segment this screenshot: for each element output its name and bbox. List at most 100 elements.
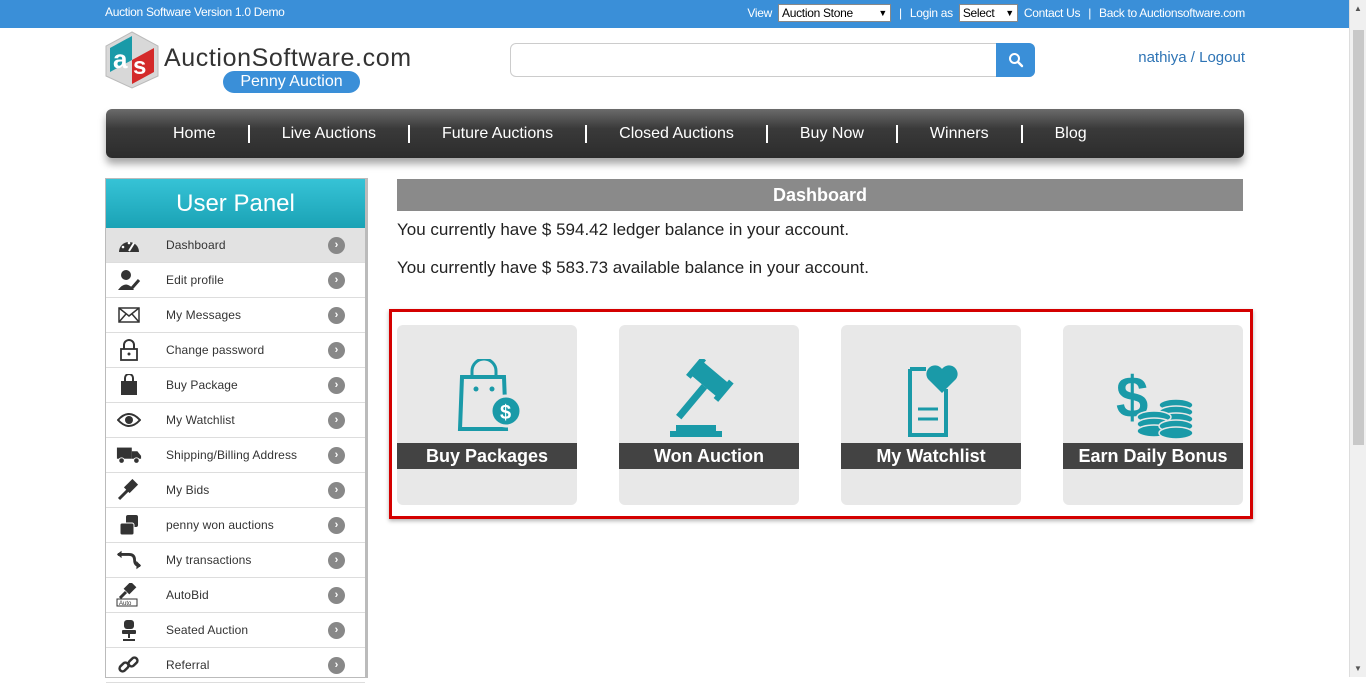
- eye-icon: [116, 409, 142, 431]
- panel-item-penny-won-auctions[interactable]: penny won auctions ›: [106, 508, 365, 543]
- chevron-down-icon: ▼: [1005, 8, 1014, 18]
- nav-item-buy-now[interactable]: Buy Now: [768, 124, 898, 143]
- envelope-icon: [116, 304, 142, 326]
- chevron-right-icon: ›: [328, 272, 345, 289]
- my-watchlist-card[interactable]: My Watchlist: [841, 325, 1021, 505]
- panel-item-referral[interactable]: Referral ›: [106, 648, 365, 683]
- chevron-right-icon: ›: [328, 587, 345, 604]
- panel-item-my-bids[interactable]: My Bids ›: [106, 473, 365, 508]
- svg-text:a: a: [113, 44, 128, 74]
- buy-packages-card[interactable]: $ Buy Packages: [397, 325, 577, 505]
- chevron-right-icon: ›: [328, 552, 345, 569]
- panel-item-buy-package[interactable]: Buy Package ›: [106, 368, 365, 403]
- logo-name: AuctionSoftware.com: [164, 44, 412, 72]
- truck-icon: [116, 444, 142, 466]
- panel-item-edit-profile[interactable]: Edit profile ›: [106, 263, 365, 298]
- panel-item-dashboard[interactable]: Dashboard ›: [106, 228, 365, 263]
- panel-item-label: My Watchlist: [166, 413, 235, 427]
- login-as-select[interactable]: Select ▼: [958, 4, 1018, 22]
- card-label: My Watchlist: [841, 443, 1021, 469]
- chevron-right-icon: ›: [328, 622, 345, 639]
- nav-label: Closed Auctions: [619, 124, 734, 142]
- nav-item-live-auctions[interactable]: Live Auctions: [250, 124, 410, 143]
- search-input[interactable]: [519, 50, 989, 70]
- nav-item-home[interactable]: Home: [173, 124, 250, 143]
- coins-icon: [116, 514, 142, 536]
- chevron-right-icon: ›: [328, 447, 345, 464]
- panel-item-label: Change password: [166, 343, 265, 357]
- available-balance-text: You currently have $ 583.73 available ba…: [397, 258, 869, 277]
- panel-item-label: AutoBid: [166, 588, 209, 602]
- nav-item-winners[interactable]: Winners: [898, 124, 1023, 143]
- site-logo[interactable]: a s AuctionSoftware.com Penny Auction: [104, 30, 434, 94]
- chevron-right-icon: ›: [328, 307, 345, 324]
- panel-item-autobid[interactable]: Auto AutoBid ›: [106, 578, 365, 613]
- chevron-right-icon: ›: [328, 237, 345, 254]
- nav-label: Winners: [929, 124, 989, 142]
- panel-item-label: penny won auctions: [166, 518, 274, 532]
- panel-item-label: Seated Auction: [166, 623, 249, 637]
- exchange-icon: [116, 549, 142, 571]
- search-icon: [1008, 53, 1023, 68]
- panel-item-seated-auction[interactable]: Seated Auction ›: [106, 613, 365, 648]
- main-nav: Home Live Auctions Future Auctions Close…: [106, 109, 1244, 158]
- login-as-label: Login as: [909, 6, 953, 20]
- panel-item-my-transactions[interactable]: My transactions ›: [106, 543, 365, 578]
- chevron-right-icon: ›: [328, 482, 345, 499]
- top-bar-controls: View Auction Stone ▼ | Login as Select ▼…: [747, 4, 1245, 22]
- panel-item-label: Buy Package: [166, 378, 238, 392]
- panel-item-change-password[interactable]: Change password ›: [106, 333, 365, 368]
- panel-item-label: My Messages: [166, 308, 242, 322]
- vertical-scrollbar[interactable]: ▲ ▼: [1349, 0, 1366, 677]
- bag-icon: [116, 374, 142, 396]
- panel-item-label: Shipping/Billing Address: [166, 448, 298, 462]
- ledger-balance-text: You currently have $ 594.42 ledger balan…: [397, 220, 850, 239]
- panel-item-label: Dashboard: [166, 238, 226, 252]
- chevron-down-icon: ▼: [878, 8, 888, 18]
- panel-item-my-messages[interactable]: My Messages ›: [106, 298, 365, 333]
- login-as-select-value: Select: [962, 6, 995, 20]
- scroll-down-icon[interactable]: ▼: [1354, 664, 1362, 673]
- panel-item-my-watchlist[interactable]: My Watchlist ›: [106, 403, 365, 438]
- nav-label: Home: [173, 124, 216, 142]
- nav-item-blog[interactable]: Blog: [1023, 125, 1119, 143]
- logo-mark-icon: a s: [105, 31, 159, 89]
- quick-actions-highlight: $ Buy Packages Won Auction My Watchlist: [389, 309, 1253, 519]
- top-bar: Auction Software Version 1.0 Demo View A…: [0, 0, 1349, 28]
- contact-us-link[interactable]: Contact Us: [1024, 6, 1081, 20]
- panel-item-shipping-billing[interactable]: Shipping/Billing Address ›: [106, 438, 365, 473]
- user-logout-link[interactable]: nathiya / Logout: [1138, 49, 1245, 66]
- scroll-up-icon[interactable]: ▲: [1354, 4, 1362, 13]
- panel-item-label: Edit profile: [166, 273, 224, 287]
- panel-item-label: Referral: [166, 658, 210, 672]
- chevron-right-icon: ›: [328, 377, 345, 394]
- chevron-right-icon: ›: [328, 517, 345, 534]
- nav-label: Blog: [1054, 124, 1087, 142]
- search-box: [510, 43, 1035, 77]
- nav-item-closed-auctions[interactable]: Closed Auctions: [587, 124, 768, 143]
- won-auction-card[interactable]: Won Auction: [619, 325, 799, 505]
- nav-item-future-auctions[interactable]: Future Auctions: [410, 124, 588, 143]
- card-label: Earn Daily Bonus: [1063, 443, 1243, 469]
- svg-text:s: s: [133, 53, 146, 80]
- user-panel-title: User Panel: [106, 179, 365, 228]
- gavel-icon: [670, 359, 734, 437]
- view-select[interactable]: Auction Stone ▼: [778, 4, 892, 22]
- nav-label: Live Auctions: [281, 124, 376, 142]
- autobid-icon: Auto: [116, 583, 142, 607]
- search-button[interactable]: [996, 43, 1035, 77]
- shopping-bag-dollar-icon: $: [457, 359, 523, 431]
- back-link[interactable]: Back to Auctionsoftware.com: [1099, 6, 1245, 20]
- view-label: View: [747, 6, 773, 20]
- chair-icon: [116, 619, 142, 641]
- earn-daily-bonus-card[interactable]: $ Earn Daily Bonus: [1063, 325, 1243, 505]
- chevron-right-icon: ›: [328, 657, 345, 674]
- scrollbar-thumb[interactable]: [1353, 30, 1364, 445]
- clipboard-heart-icon: [908, 365, 958, 437]
- panel-item-label: My transactions: [166, 553, 252, 567]
- separator: |: [899, 6, 902, 20]
- view-select-value: Auction Stone: [782, 6, 853, 20]
- dashboard-title: Dashboard: [397, 179, 1243, 211]
- user-edit-icon: [116, 269, 142, 291]
- logo-tagline: Penny Auction: [223, 71, 360, 93]
